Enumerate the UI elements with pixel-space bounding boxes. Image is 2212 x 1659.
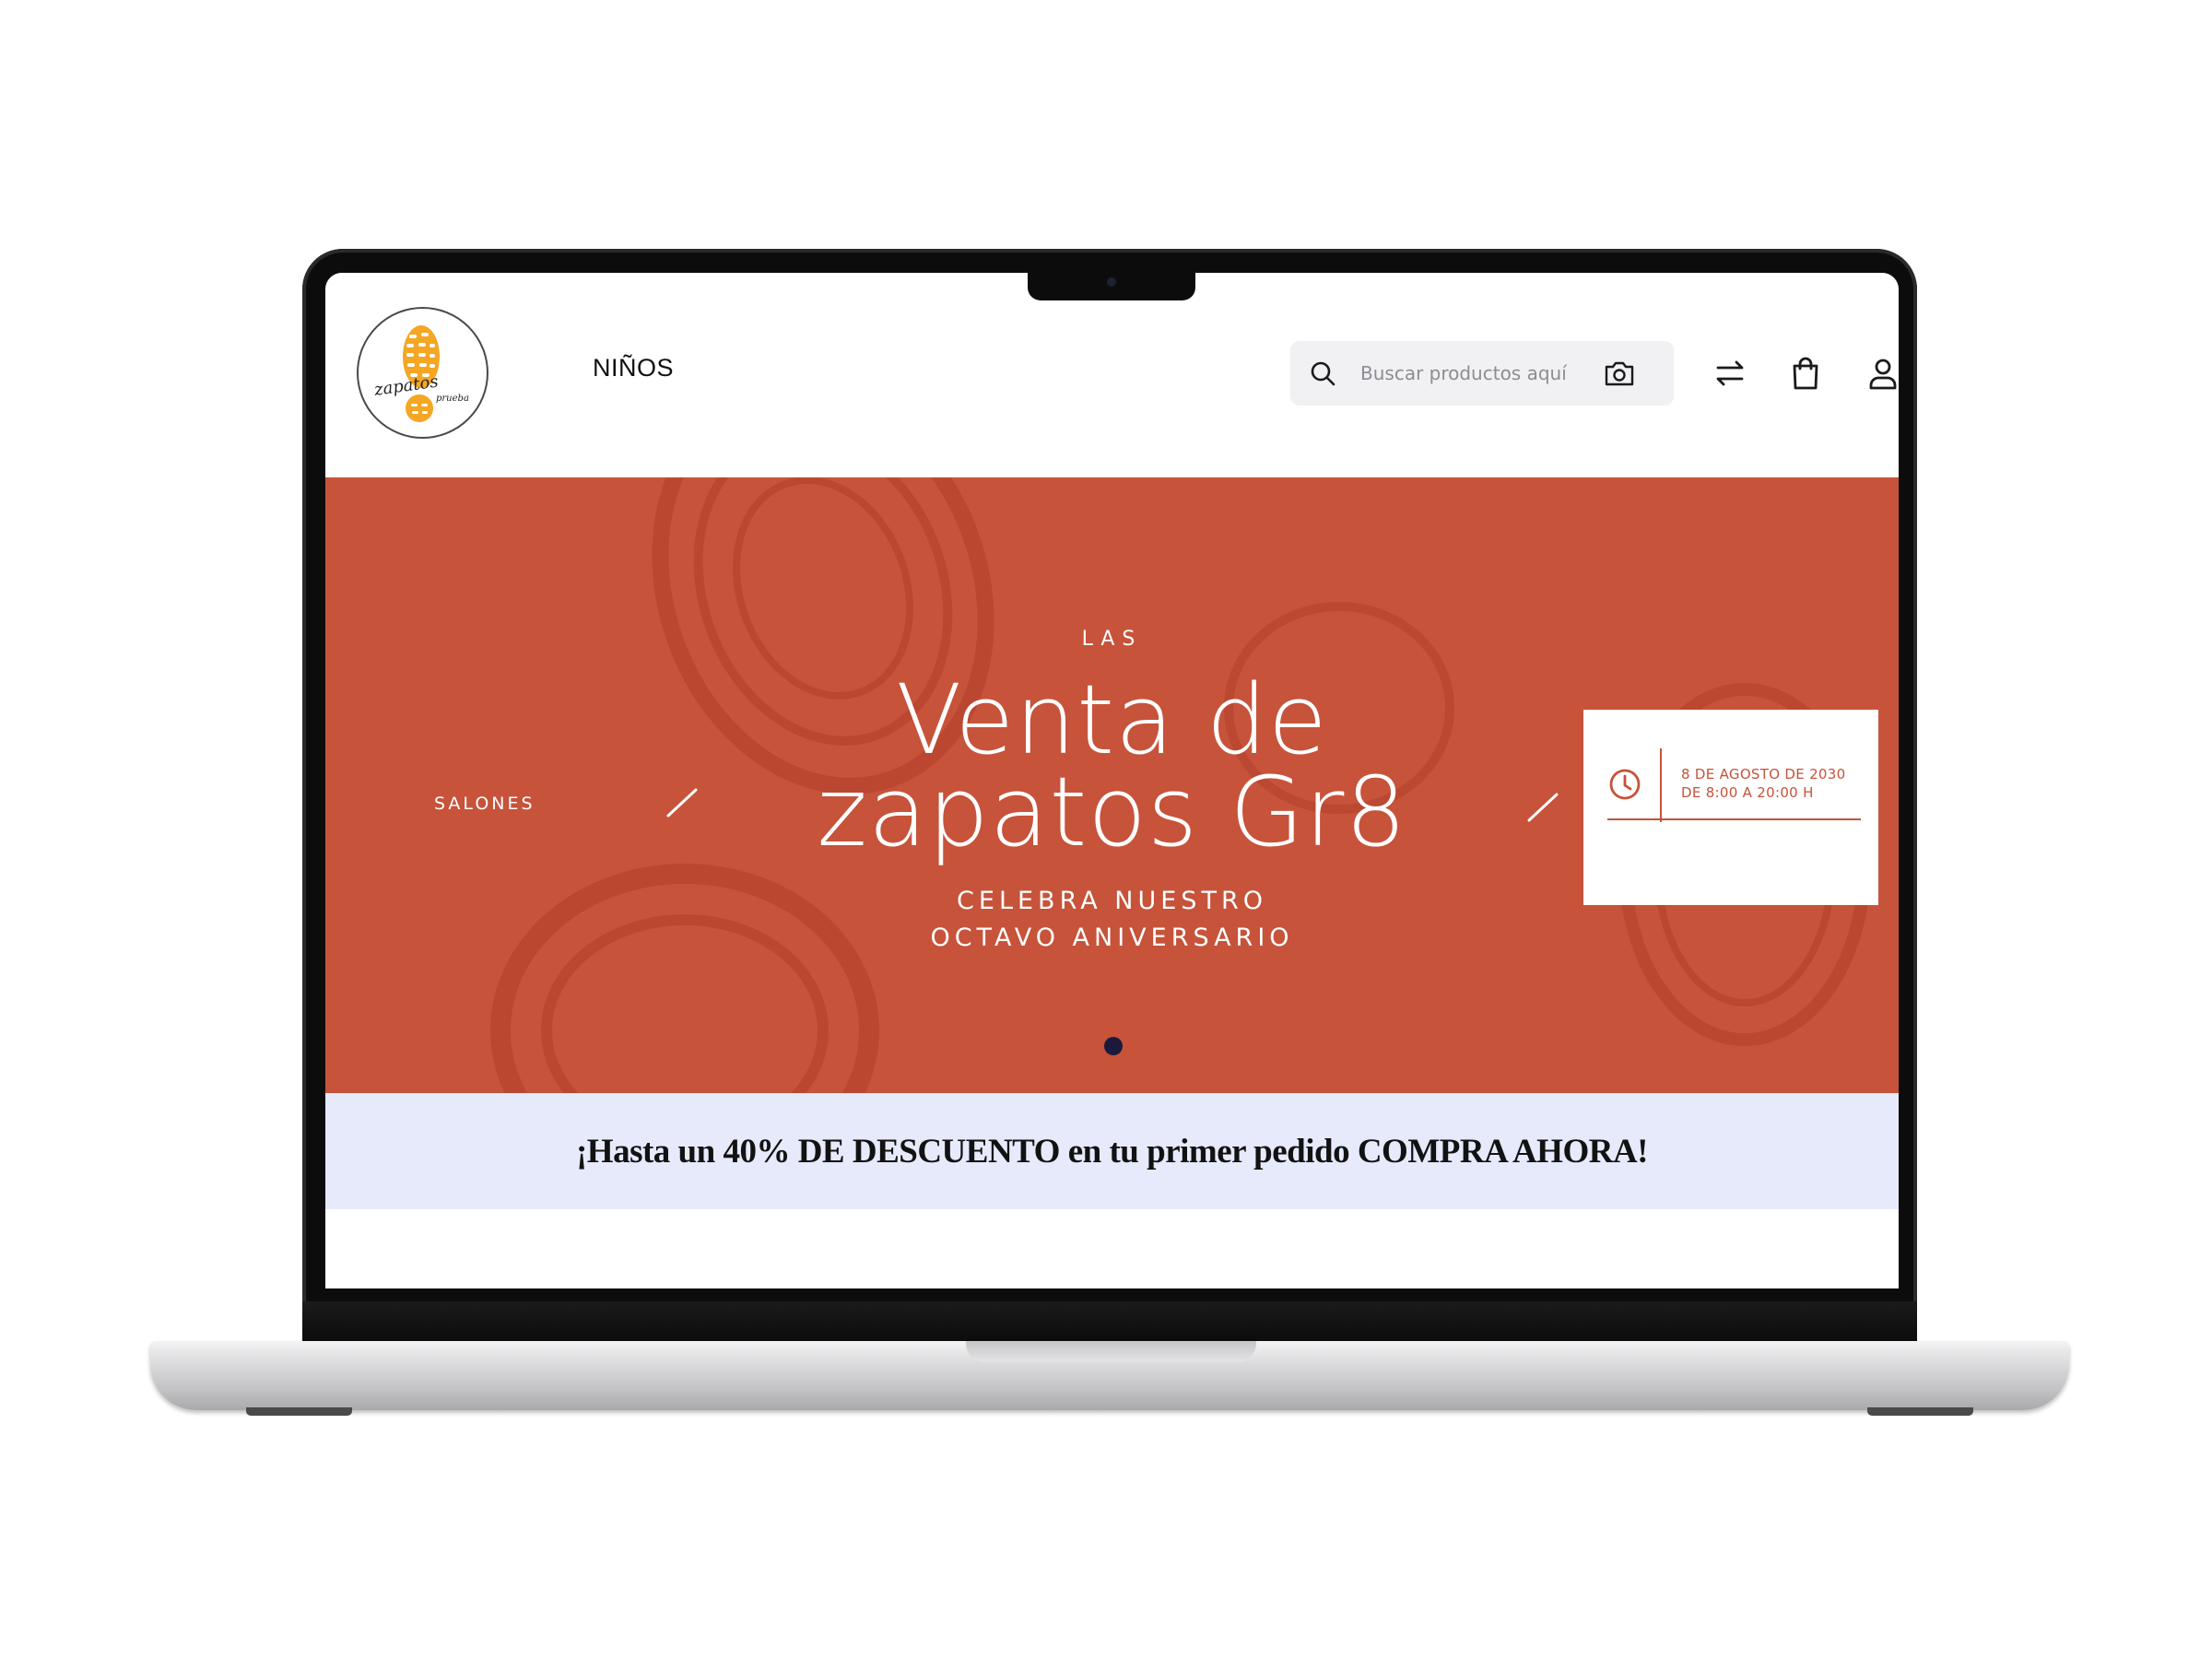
- laptop-screen: zapatos prueba NIÑOS Buscar productos aq…: [325, 273, 1899, 1288]
- hero-kicker: LAS: [1081, 628, 1143, 651]
- site-header: zapatos prueba NIÑOS: [325, 273, 1899, 477]
- event-datetime: 8 DE AGOSTO DE 2030 DE 8:00 A 20:00 H: [1681, 765, 1845, 802]
- hero-banner[interactable]: LAS Venta de zapatos Gr8 CELEBRA NUESTRO…: [325, 477, 1899, 1093]
- promo-banner[interactable]: ¡Hasta un 40% DE DESCUENTO en tu primer …: [325, 1093, 1899, 1209]
- event-divider-horizontal: [1607, 818, 1861, 820]
- webcam: [1107, 277, 1116, 287]
- event-date: 8 DE AGOSTO DE 2030: [1681, 766, 1846, 782]
- logo-subtext: prueba: [436, 394, 469, 404]
- logo-wordmark: zapatos: [372, 371, 440, 400]
- slash-decoration-right: [1527, 793, 1559, 822]
- hero-side-label: SALONES: [434, 794, 535, 814]
- hero-subtitle-line-2: OCTAVO ANIVERSARIO: [930, 924, 1294, 952]
- search-input[interactable]: [1359, 354, 1593, 393]
- promo-text: ¡Hasta un 40% DE DESCUENTO en tu primer …: [575, 1133, 1649, 1171]
- carousel-dot-active[interactable]: [1104, 1037, 1123, 1055]
- search-icon[interactable]: [1309, 359, 1336, 387]
- event-divider-vertical: [1660, 748, 1662, 822]
- search-bar[interactable]: [1290, 341, 1674, 406]
- event-card: 8 DE AGOSTO DE 2030 DE 8:00 A 20:00 H: [1583, 710, 1878, 905]
- site-logo[interactable]: zapatos prueba: [357, 307, 488, 439]
- slash-decoration-left: [666, 788, 698, 818]
- clock-icon: [1609, 769, 1641, 800]
- compare-arrows-icon[interactable]: [1712, 356, 1747, 391]
- laptop-notch: [1028, 269, 1195, 300]
- laptop-base-notch: [966, 1341, 1256, 1362]
- laptop-chin: [302, 1301, 1917, 1344]
- event-time: DE 8:00 A 20:00 H: [1681, 784, 1814, 801]
- user-icon[interactable]: [1867, 356, 1899, 391]
- shoe-print-icon: zapatos prueba: [372, 325, 469, 422]
- nav-item-ninos[interactable]: NIÑOS: [593, 354, 674, 382]
- laptop-foot-right: [1867, 1407, 1973, 1416]
- laptop-foot-left: [246, 1407, 352, 1416]
- shopping-bag-icon[interactable]: [1790, 356, 1821, 391]
- camera-icon[interactable]: [1604, 359, 1635, 388]
